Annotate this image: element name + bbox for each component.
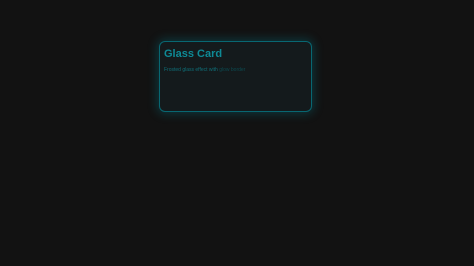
page-background: Glass Card Frosted glass effect with glo…	[0, 0, 474, 266]
card-title: Glass Card	[164, 48, 223, 60]
card-description: Frosted glass effect with glow border	[164, 67, 307, 74]
card-description-main: Frosted glass effect with	[164, 67, 218, 73]
card-description-muted: glow border	[219, 67, 246, 73]
glass-card: Glass Card Frosted glass effect with glo…	[159, 41, 312, 112]
